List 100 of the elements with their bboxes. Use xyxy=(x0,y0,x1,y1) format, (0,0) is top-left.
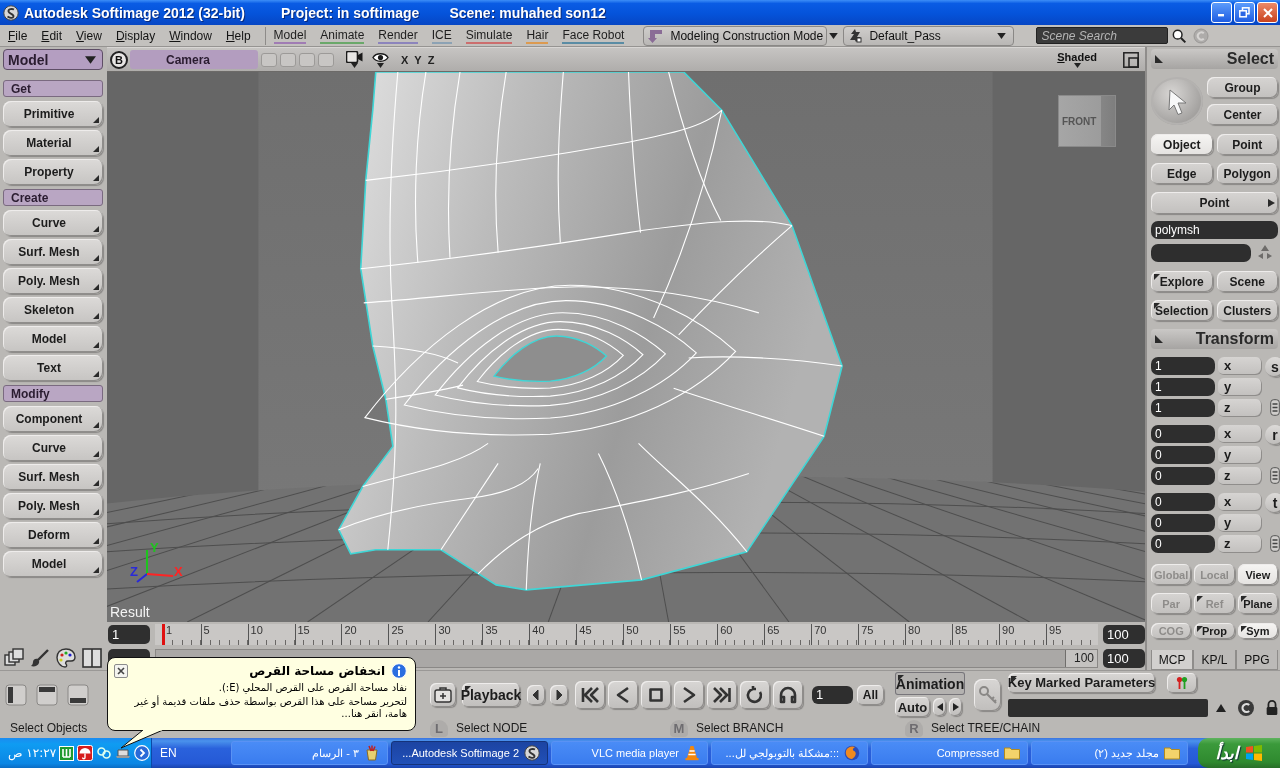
menu-item[interactable]: Edit xyxy=(41,28,63,43)
transform-value-field[interactable]: 0 xyxy=(1151,425,1215,443)
playback-menu-button[interactable]: Playback xyxy=(462,682,520,707)
palette-icon[interactable] xyxy=(56,648,76,668)
transform-value-field[interactable]: 0 xyxy=(1151,467,1215,485)
tool-button[interactable]: Component xyxy=(3,406,103,432)
next-key-button[interactable] xyxy=(550,684,568,705)
start-button[interactable]: ابدأ xyxy=(1198,738,1280,768)
tool-button[interactable]: Skeleton xyxy=(3,297,103,323)
set-key-button[interactable] xyxy=(974,678,1001,711)
chain-link-icon[interactable] xyxy=(96,745,113,761)
module-menu-item[interactable]: Model xyxy=(273,27,307,44)
loop-button[interactable] xyxy=(740,680,770,709)
range-end-field[interactable]: 100 xyxy=(1103,648,1145,668)
selection-name-field[interactable] xyxy=(1151,244,1251,262)
browse-button[interactable]: Selection xyxy=(1151,300,1213,321)
axis-toggle-button[interactable]: Z xyxy=(424,53,438,66)
transform-value-field[interactable]: 1 xyxy=(1151,399,1215,417)
axis-toggle-button[interactable]: X xyxy=(398,53,412,66)
transform-value-field[interactable]: 1 xyxy=(1151,357,1215,375)
filter-button[interactable]: Edge xyxy=(1151,163,1213,184)
menu-item[interactable]: Display xyxy=(115,28,156,43)
module-menu-item[interactable]: Hair xyxy=(526,27,549,44)
next-button[interactable] xyxy=(949,698,962,716)
tray-app-icon[interactable] xyxy=(59,745,75,761)
select-option-button[interactable]: Group xyxy=(1207,77,1278,98)
keying-set-field[interactable] xyxy=(1008,698,1208,717)
range-end-handle[interactable]: 100 xyxy=(1064,649,1097,667)
view-letter-button[interactable]: B xyxy=(110,50,128,69)
panel-tab[interactable]: PPG xyxy=(1235,650,1278,670)
spin-arrows-icon[interactable] xyxy=(1257,244,1273,262)
transform-value-field[interactable]: 0 xyxy=(1151,535,1215,553)
module-menu-item[interactable]: Face Robot xyxy=(562,27,625,44)
stacked-bars-icon[interactable] xyxy=(1270,535,1280,552)
play-backward-button[interactable] xyxy=(608,680,638,709)
brush-icon[interactable] xyxy=(30,648,50,668)
keying-menu-button[interactable]: Key Marked Parameters xyxy=(1008,672,1155,693)
menu-item[interactable]: Window xyxy=(169,28,212,43)
tool-button[interactable]: Curve xyxy=(3,435,103,461)
transform-value-field[interactable]: 0 xyxy=(1151,514,1215,532)
close-button[interactable] xyxy=(114,664,128,678)
camera-menu-button[interactable] xyxy=(346,51,363,68)
menu-item[interactable]: File xyxy=(8,28,28,43)
stacked-windows-icon[interactable] xyxy=(4,648,24,668)
taskbar-button[interactable]: ٣ - الرسام xyxy=(231,741,388,765)
axis-key-button[interactable]: y xyxy=(1218,378,1262,396)
taskbar-button[interactable]: مجلد جديد (٢) xyxy=(1031,741,1188,765)
stop-button[interactable] xyxy=(641,680,671,709)
panel-tab[interactable]: MCP xyxy=(1151,650,1194,670)
transform-mode-button[interactable]: s xyxy=(1265,357,1280,377)
previous-key-button[interactable] xyxy=(527,684,545,705)
auto-key-button[interactable]: Auto xyxy=(895,697,930,717)
lock-icon[interactable] xyxy=(1264,699,1280,716)
taskbar-button[interactable]: Compressed xyxy=(871,741,1028,765)
menu-item[interactable]: Help xyxy=(225,28,251,43)
browse-button[interactable]: Scene xyxy=(1216,271,1278,292)
tool-button[interactable]: Material xyxy=(3,130,103,156)
tool-button[interactable]: Deform xyxy=(3,522,103,548)
option-button[interactable]: Prop xyxy=(1194,623,1235,639)
axis-key-button[interactable]: y xyxy=(1218,446,1262,464)
browse-button[interactable]: Explore xyxy=(1151,271,1213,292)
language-indicator[interactable]: EN xyxy=(160,746,228,760)
first-frame-button[interactable] xyxy=(575,680,605,709)
tool-button[interactable]: Surf. Mesh xyxy=(3,464,103,490)
taskbar-button[interactable]: VLC media player xyxy=(551,741,708,765)
tool-button[interactable]: Curve xyxy=(3,210,103,236)
axis-key-button[interactable]: x xyxy=(1218,493,1262,511)
timeline-ruler[interactable]: 1 5 10 15 20 25 30 35 40 45 50 55 60 65 70 75 80 85 90 95 xyxy=(155,623,1098,645)
tool-button[interactable]: Poly. Mesh xyxy=(3,493,103,519)
minimize-button[interactable] xyxy=(1211,2,1232,23)
module-menu-item[interactable]: Animate xyxy=(320,27,365,44)
reference-button[interactable]: View xyxy=(1237,564,1278,585)
tool-button[interactable]: Poly. Mesh xyxy=(3,268,103,294)
module-menu-item[interactable]: Render xyxy=(378,27,418,44)
playhead-marker[interactable] xyxy=(162,623,165,645)
bottom-pane-icon[interactable] xyxy=(67,683,89,706)
audio-button[interactable] xyxy=(773,680,803,709)
panel-tab[interactable]: KP/L xyxy=(1193,650,1236,670)
tool-button[interactable]: Property xyxy=(3,159,103,185)
taskbar-button[interactable]: :::مشكلة بالتوبولجي لل... xyxy=(711,741,868,765)
chevron-circle-icon[interactable] xyxy=(134,745,151,761)
component-filter-button[interactable]: Point xyxy=(1151,192,1278,214)
tool-button[interactable]: Primitive xyxy=(3,101,103,127)
play-forward-button[interactable] xyxy=(674,680,704,709)
transform-mode-button[interactable]: t xyxy=(1265,493,1280,513)
module-dropdown[interactable]: Model xyxy=(3,49,103,70)
visibility-menu-button[interactable] xyxy=(372,51,389,68)
tool-button[interactable]: Model xyxy=(3,551,103,577)
top-pane-icon[interactable] xyxy=(36,683,58,706)
browse-button[interactable]: Clusters xyxy=(1216,300,1278,321)
add-button[interactable] xyxy=(430,682,456,707)
end-frame-field[interactable]: 100 xyxy=(1103,624,1145,644)
left-pane-icon[interactable] xyxy=(5,683,27,706)
axis-key-button[interactable]: x xyxy=(1218,357,1262,375)
axis-key-button[interactable]: x xyxy=(1218,425,1262,443)
current-frame-field[interactable]: 1 xyxy=(812,685,853,704)
taskbar-button[interactable]: Autodesk Softimage 2... xyxy=(391,741,548,765)
stacked-bars-icon[interactable] xyxy=(1270,467,1280,484)
option-button[interactable]: Sym xyxy=(1237,623,1278,639)
animation-menu-button[interactable]: Animation xyxy=(895,672,965,695)
